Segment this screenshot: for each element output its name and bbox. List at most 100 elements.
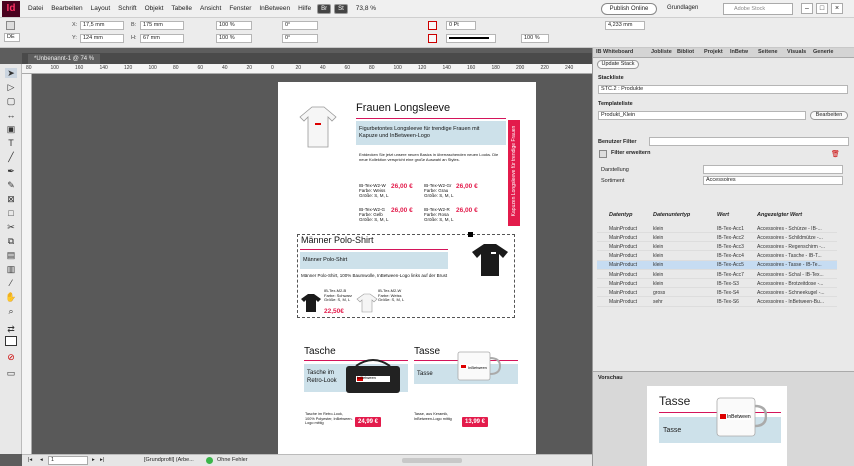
rect-frame-icon[interactable]: ⊠ bbox=[5, 194, 17, 204]
menu-ansicht[interactable]: Ansicht bbox=[200, 5, 221, 12]
menu-fenster[interactable]: Fenster bbox=[229, 5, 251, 12]
col-datentyp[interactable]: Datentyp bbox=[609, 212, 633, 222]
hand-tool-icon[interactable]: ✋ bbox=[5, 292, 17, 302]
table-row[interactable]: MainProduct klein IB-Tex-Acc1 Accessoires -… bbox=[597, 224, 837, 233]
line-tool-icon[interactable]: ╱ bbox=[5, 152, 17, 162]
type-tool-icon[interactable]: T bbox=[5, 138, 17, 148]
tab-projekt[interactable]: Projekt bbox=[704, 49, 723, 55]
preflight-profile[interactable]: [Grundprofil] (Arbe... bbox=[144, 457, 194, 463]
templateliste-select[interactable]: Produkt_Klein bbox=[598, 111, 806, 120]
screen-mode-icon[interactable]: ▭ bbox=[5, 368, 17, 378]
y-field[interactable]: 124 mm bbox=[80, 34, 124, 43]
width-field[interactable]: 175 mm bbox=[140, 21, 184, 30]
selection-handle[interactable] bbox=[468, 232, 473, 237]
direct-selection-icon[interactable]: ▷ bbox=[5, 82, 17, 92]
update-stack-button[interactable]: Update Stack bbox=[597, 60, 639, 69]
stroke-weight-field[interactable]: 0 Pt bbox=[446, 21, 476, 30]
longsleeve-image[interactable] bbox=[298, 105, 338, 149]
polo-white-image[interactable] bbox=[356, 293, 378, 313]
next-page-icon[interactable]: ▸ bbox=[92, 457, 95, 463]
col-wert[interactable]: Wert bbox=[717, 212, 729, 222]
height-field[interactable]: 67 mm bbox=[140, 34, 184, 43]
gap-tool-icon[interactable]: ↔ bbox=[5, 110, 17, 120]
filter-extended-label[interactable]: Filter erweitern bbox=[611, 150, 650, 156]
polo-image[interactable] bbox=[470, 242, 510, 278]
pen-tool-icon[interactable]: ✒ bbox=[5, 166, 17, 176]
document-tab[interactable]: *Unbenannt-1 @ 74 % bbox=[28, 54, 101, 64]
table-row[interactable]: MainProduct klein IB-Tex-S3 Accessoires - B… bbox=[597, 279, 837, 289]
transform-tool-icon[interactable]: ⧉ bbox=[5, 236, 17, 246]
gap-field[interactable]: 4,233 mm bbox=[605, 21, 645, 30]
workspace-switcher[interactable]: Grundlagen bbox=[667, 5, 698, 11]
menu-schrift[interactable]: Schrift bbox=[118, 5, 136, 12]
minimize-icon[interactable]: – bbox=[801, 3, 813, 14]
page-number-field[interactable]: 1 bbox=[48, 456, 88, 465]
col-angezeigter-wert[interactable]: Angezeigter Wert bbox=[757, 212, 802, 222]
reference-point-icon[interactable] bbox=[6, 21, 15, 30]
publish-online-button[interactable]: Publish Online bbox=[601, 3, 657, 15]
rotate-field[interactable]: 0° bbox=[282, 21, 318, 30]
col-datenuntertyp[interactable]: Datenuntertyp bbox=[653, 212, 690, 222]
scale-x-field[interactable]: 100 % bbox=[216, 21, 252, 30]
tab-seiten[interactable]: Seitene bbox=[758, 49, 778, 55]
menu-layout[interactable]: Layout bbox=[91, 5, 111, 12]
preflight-status[interactable]: Ohne Fehler bbox=[217, 457, 248, 463]
eyedropper-icon[interactable]: ⁄ bbox=[5, 278, 17, 288]
horizontal-scrollbar[interactable] bbox=[402, 458, 462, 463]
stroke-none-icon[interactable] bbox=[428, 34, 437, 43]
filter-icon[interactable] bbox=[599, 150, 607, 158]
filter-input[interactable] bbox=[649, 137, 849, 146]
menu-objekt[interactable]: Objekt bbox=[145, 5, 164, 12]
scale-y-field[interactable]: 100 % bbox=[216, 34, 252, 43]
shear-field[interactable]: 0° bbox=[282, 34, 318, 43]
table-row[interactable]: MainProduct klein IB-Tex-Acc3 Accessoires -… bbox=[597, 242, 837, 252]
opacity-field[interactable]: 100 % bbox=[521, 34, 549, 43]
apply-none-icon[interactable]: ⊘ bbox=[5, 352, 17, 362]
menu-bearbeiten[interactable]: Bearbeiten bbox=[51, 5, 82, 12]
tab-ib-whiteboard[interactable]: IB Whiteboard bbox=[596, 49, 633, 55]
language-field[interactable]: DE bbox=[4, 33, 20, 42]
menu-datei[interactable]: Datei bbox=[28, 5, 43, 12]
close-icon[interactable]: × bbox=[831, 3, 843, 14]
table-row[interactable]: MainProduct klein IB-Tex-Acc4 Accessoires -… bbox=[597, 252, 837, 261]
tab-inbetween[interactable]: InBetw bbox=[730, 49, 748, 55]
content-collector-icon[interactable]: ▣ bbox=[5, 124, 17, 134]
swap-colors-icon[interactable]: ⇄ bbox=[5, 324, 17, 334]
table-row[interactable]: MainProduct klein IB-Tex-Acc7 Accessoires -… bbox=[597, 270, 837, 279]
tab-jobliste[interactable]: Jobliste bbox=[651, 49, 672, 55]
menu-hilfe[interactable]: Hilfe bbox=[298, 5, 311, 12]
gradient-tool-icon[interactable]: ▤ bbox=[5, 250, 17, 260]
zoom-tool-icon[interactable]: ⌕ bbox=[5, 306, 17, 316]
table-row[interactable]: MainProduct klein IB-Tex-Acc2 Accessoires -… bbox=[597, 233, 837, 243]
menu-inbetween[interactable]: InBetween bbox=[259, 5, 290, 12]
darstellung-select[interactable] bbox=[703, 165, 843, 174]
table-row[interactable]: MainProduct klein IB-Tex-Acc5 Accessoires -… bbox=[597, 260, 837, 270]
pencil-tool-icon[interactable]: ✎ bbox=[5, 180, 17, 190]
last-page-icon[interactable]: ▸| bbox=[100, 457, 104, 463]
pasteboard[interactable]: Frauen Longsleeve Figurbetontes Longslee… bbox=[32, 74, 592, 454]
fill-color-icon[interactable] bbox=[5, 336, 17, 346]
stackliste-select[interactable]: STC.2 : Produkte bbox=[598, 85, 848, 94]
menu-tabelle[interactable]: Tabelle bbox=[171, 5, 192, 12]
document-page[interactable]: Frauen Longsleeve Figurbetontes Longslee… bbox=[278, 82, 536, 454]
scissors-icon[interactable]: ✂ bbox=[5, 222, 17, 232]
maximize-icon[interactable]: □ bbox=[816, 3, 828, 14]
fill-none-icon[interactable] bbox=[428, 21, 437, 30]
rectangle-tool-icon[interactable]: □ bbox=[5, 208, 17, 218]
note-tool-icon[interactable]: ▥ bbox=[5, 264, 17, 274]
tab-visuals[interactable]: Visuals bbox=[787, 49, 806, 55]
selection-tool-icon[interactable]: ➤ bbox=[5, 68, 17, 78]
table-row[interactable]: MainProduct sehr IB-Tex-S6 Accessoires - In… bbox=[597, 298, 837, 307]
trash-icon[interactable]: 🗑 bbox=[831, 150, 840, 158]
first-page-icon[interactable]: |◂ bbox=[28, 457, 32, 463]
page-tool-icon[interactable]: ▢ bbox=[5, 96, 17, 106]
sortiment-select[interactable]: Accessoires bbox=[703, 176, 843, 185]
polo-black-image[interactable] bbox=[300, 293, 322, 313]
tab-bibliothek[interactable]: Bibliot bbox=[677, 49, 694, 55]
tab-generieren[interactable]: Generie bbox=[813, 49, 833, 55]
stroke-type-field[interactable] bbox=[446, 34, 496, 43]
table-row[interactable]: MainProduct gross IB-Tex-S4 Accessoires - S… bbox=[597, 288, 837, 298]
bridge-button[interactable]: Br bbox=[317, 3, 332, 14]
x-field[interactable]: 17,5 mm bbox=[80, 21, 124, 30]
prev-page-icon[interactable]: ◂ bbox=[40, 457, 43, 463]
